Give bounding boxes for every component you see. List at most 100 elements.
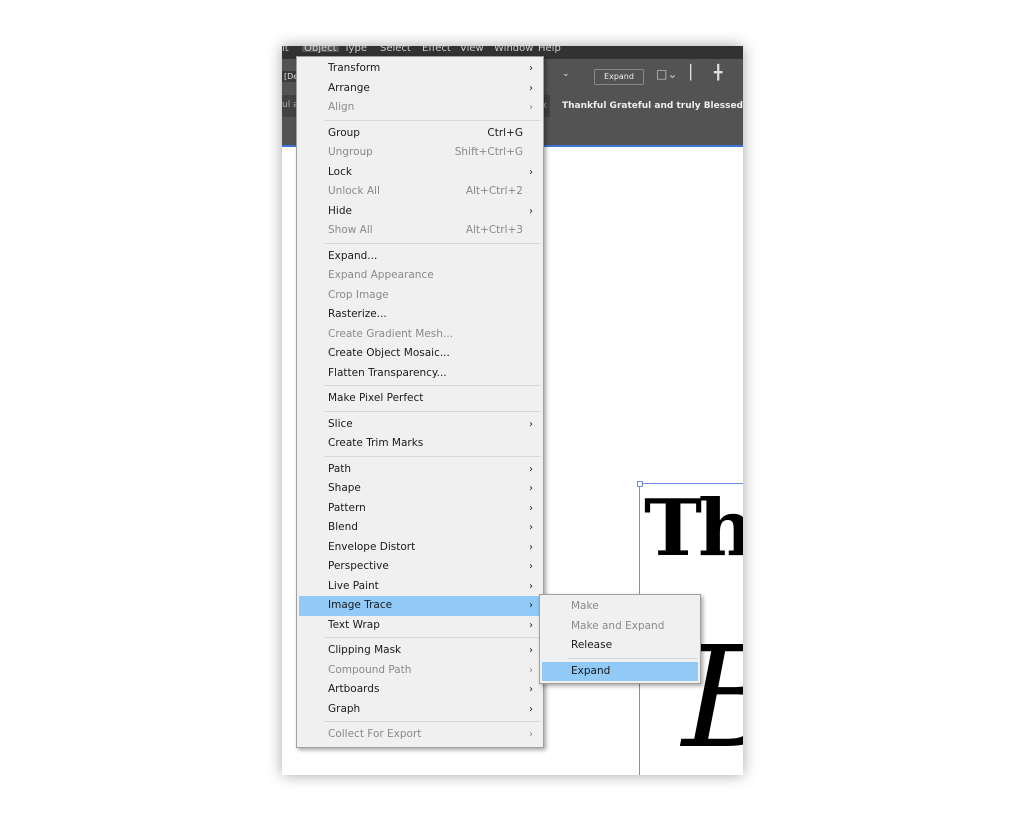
menu-item-unlock-all[interactable]: Unlock All Alt+Ctrl+2 xyxy=(299,182,541,202)
submenu-item-make[interactable]: Make xyxy=(542,597,698,617)
menu-item-label: Envelope Distort xyxy=(328,540,416,553)
menu-item-pattern[interactable]: Pattern › xyxy=(299,499,541,519)
menubar-object[interactable]: Object xyxy=(302,46,339,54)
align-left-icon[interactable]: ▏ xyxy=(690,65,701,81)
menubar-window[interactable]: Window xyxy=(494,46,533,54)
menu-item-label: Ungroup xyxy=(328,146,373,158)
menu-item-perspective[interactable]: Perspective › xyxy=(299,557,541,577)
artboard-icon[interactable]: □⌄ xyxy=(656,67,677,81)
menu-item-shape[interactable]: Shape › xyxy=(299,479,541,499)
chevron-right-icon: › xyxy=(529,483,533,494)
chevron-right-icon: › xyxy=(529,205,533,217)
object-menu: Transform › Arrange › Align › Group Ctrl+G Ungro… xyxy=(296,56,544,748)
menubar-effect[interactable]: Effect xyxy=(422,46,451,54)
menu-separator xyxy=(324,119,541,121)
menu-item-show-all[interactable]: Show All Alt+Ctrl+3 xyxy=(299,221,541,241)
submenu-item-make-and-expand[interactable]: Make and Expand xyxy=(542,617,698,637)
menu-item-create-object-mosaic[interactable]: Create Object Mosaic... xyxy=(299,344,541,364)
menu-item-flatten-transparency[interactable]: Flatten Transparency... xyxy=(299,364,541,384)
menu-item-group[interactable]: Group Ctrl+G xyxy=(299,124,541,144)
chevron-down-icon[interactable]: ⌄ xyxy=(562,69,570,79)
menu-separator xyxy=(324,385,541,386)
submenu-item-release[interactable]: Release xyxy=(542,636,698,656)
menu-item-label: Make Pixel Perfect xyxy=(328,392,424,404)
menubar-select[interactable]: Select xyxy=(380,46,411,54)
menubar-type[interactable]: Type xyxy=(344,46,367,54)
menu-item-make-pixel-perfect[interactable]: Make Pixel Perfect xyxy=(299,389,541,409)
menu-item-compound-path[interactable]: Compound Path › xyxy=(299,661,541,681)
menu-item-transform[interactable]: Transform › xyxy=(299,59,541,79)
menu-item-label: Perspective xyxy=(328,560,389,572)
menubar-help[interactable]: Help xyxy=(538,46,561,54)
chevron-right-icon: › xyxy=(529,703,533,715)
menu-item-label: Lock xyxy=(328,165,352,178)
menu-item-label: Artboards xyxy=(328,683,380,695)
submenu-item-expand[interactable]: Expand xyxy=(542,661,698,681)
chevron-right-icon: › xyxy=(529,166,533,178)
menu-item-live-paint[interactable]: Live Paint › xyxy=(299,577,541,597)
menu-item-expand[interactable]: Expand... xyxy=(299,247,541,267)
menu-item-image-trace[interactable]: Image Trace › xyxy=(299,596,541,616)
menu-item-text-wrap[interactable]: Text Wrap › xyxy=(299,616,541,636)
image-trace-submenu: Make Make and Expand Release Expand xyxy=(539,594,701,684)
menu-item-label: Make xyxy=(571,600,599,612)
menu-item-label: Live Paint xyxy=(328,579,379,592)
expand-button[interactable]: Expand xyxy=(594,69,644,85)
chevron-right-icon: › xyxy=(529,561,533,572)
menu-item-label: Create Trim Marks xyxy=(328,437,424,449)
menu-item-lock[interactable]: Lock › xyxy=(299,163,541,183)
menu-item-label: Group xyxy=(328,126,360,139)
chevron-right-icon: › xyxy=(529,522,533,533)
menu-item-label: Transform xyxy=(328,62,381,74)
menu-item-label: Show All xyxy=(328,224,373,236)
shortcut-label: Alt+Ctrl+2 xyxy=(465,185,523,197)
chevron-right-icon: › xyxy=(529,684,533,695)
menu-item-graph[interactable]: Graph › xyxy=(299,700,541,720)
menu-item-artboards[interactable]: Artboards › xyxy=(299,680,541,700)
menu-item-label: Image Trace xyxy=(328,599,393,611)
shortcut-label: Alt+Ctrl+3 xyxy=(465,224,523,236)
menu-item-align[interactable]: Align › xyxy=(299,98,541,118)
menu-item-clipping-mask[interactable]: Clipping Mask › xyxy=(299,641,541,661)
menu-item-path[interactable]: Path › xyxy=(299,460,541,480)
menu-separator xyxy=(324,721,541,722)
menu-item-label: Crop Image xyxy=(328,288,389,301)
menu-item-label: Graph xyxy=(328,702,361,715)
chevron-right-icon: › xyxy=(529,619,533,631)
menu-item-label: Clipping Mask xyxy=(328,644,402,656)
menu-item-slice[interactable]: Slice › xyxy=(299,415,541,435)
menu-item-label: Arrange xyxy=(328,81,370,94)
menu-item-rasterize[interactable]: Rasterize... xyxy=(299,305,541,325)
menu-separator xyxy=(567,657,698,659)
menu-item-hide[interactable]: Hide › xyxy=(299,202,541,222)
menu-item-create-gradient-mesh[interactable]: Create Gradient Mesh... xyxy=(299,325,541,345)
document-tab[interactable]: Thankful Grateful and truly Blessed v1.p xyxy=(550,95,743,117)
menu-item-label: Hide xyxy=(328,204,352,217)
menu-item-label: Shape xyxy=(328,482,361,494)
menu-item-label: Expand Appearance xyxy=(328,269,434,281)
menu-item-crop-image[interactable]: Crop Image xyxy=(299,286,541,306)
menu-separator xyxy=(324,455,541,457)
chevron-right-icon: › xyxy=(529,645,533,656)
menu-item-label: Blend xyxy=(328,521,358,533)
menu-item-label: Expand... xyxy=(328,249,378,262)
menu-item-arrange[interactable]: Arrange › xyxy=(299,79,541,99)
menu-item-create-trim-marks[interactable]: Create Trim Marks xyxy=(299,434,541,454)
menu-item-collect-for-export[interactable]: Collect For Export › xyxy=(299,725,541,745)
menu-item-blend[interactable]: Blend › xyxy=(299,518,541,538)
chevron-right-icon: › xyxy=(529,580,533,592)
chevron-right-icon: › xyxy=(529,102,533,113)
menu-item-label: Pattern xyxy=(328,501,366,514)
align-center-icon[interactable]: ╋ xyxy=(714,65,722,81)
menu-item-label: Compound Path xyxy=(328,663,412,676)
menu-item-label: Align xyxy=(328,101,355,113)
chevron-right-icon: › xyxy=(529,463,533,475)
menubar-it[interactable]: it xyxy=(282,46,289,54)
resize-handle[interactable] xyxy=(637,481,643,487)
menu-item-ungroup[interactable]: Ungroup Shift+Ctrl+G xyxy=(299,143,541,163)
chevron-right-icon: › xyxy=(529,600,533,611)
menu-item-envelope-distort[interactable]: Envelope Distort › xyxy=(299,538,541,558)
chevron-right-icon: › xyxy=(529,82,533,94)
menu-item-expand-appearance[interactable]: Expand Appearance xyxy=(299,266,541,286)
menubar-view[interactable]: View xyxy=(460,46,484,54)
